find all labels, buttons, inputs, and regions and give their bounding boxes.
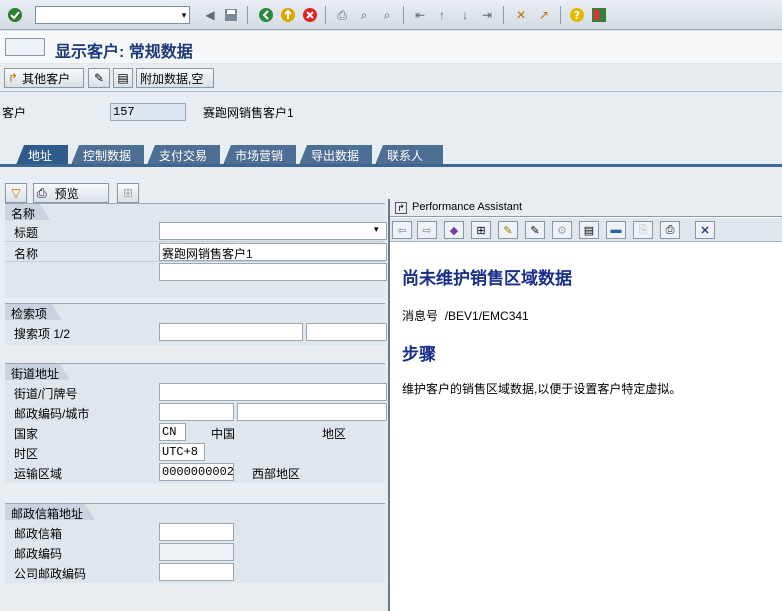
country-name: 中国 [211, 427, 236, 441]
pa-disabled-icon[interactable]: ⎘ [633, 221, 653, 239]
other-customer-button[interactable]: ↱ 其他客户 [4, 68, 84, 88]
pa-window-title: Performance Assistant [390, 199, 782, 217]
previous-page-icon[interactable]: ↑ [433, 6, 451, 24]
title-label: 标题 [14, 226, 39, 240]
pa-steps-heading: 步骤 [402, 345, 436, 364]
next-page-icon[interactable]: ↓ [456, 6, 474, 24]
postal-code-field[interactable] [159, 403, 234, 421]
pa-edit-icon[interactable]: ✎ [498, 221, 518, 239]
customer-name: 赛跑网销售客户1 [203, 106, 294, 120]
find-next-icon[interactable]: ⌕ [378, 6, 396, 24]
tab-marketing[interactable]: 市场营销 [223, 145, 296, 165]
shortcut-icon[interactable]: ↗ [535, 6, 553, 24]
help-icon[interactable]: ? [568, 6, 586, 24]
search-term-2-field[interactable] [306, 323, 387, 341]
pa-settings-icon[interactable]: ⚙ [552, 221, 572, 239]
pa-message: 消息号 /BEV1/EMC341 [402, 307, 529, 324]
pa-link-icon[interactable]: ▬ [606, 221, 626, 239]
company-postal-field[interactable] [159, 563, 234, 581]
first-page-icon[interactable]: ⇤ [411, 6, 429, 24]
additional-data-button[interactable]: 附加数据,空 [136, 68, 214, 88]
pa-body-text: 维护客户的销售区域数据,以便于设置客户特定虚拟。 [402, 382, 682, 396]
layout-menu-icon[interactable] [590, 6, 608, 24]
transport-zone-label: 运输区域 [14, 467, 63, 481]
pa-technical-info-icon[interactable]: ⊞ [471, 221, 491, 239]
tab-contacts[interactable]: 联系人 [375, 145, 443, 165]
document-button[interactable]: ▤ [113, 68, 133, 88]
customer-label: 客户 [2, 106, 27, 120]
customer-number-field[interactable]: 157 [110, 103, 186, 121]
search-term-label: 搜索项 1/2 [14, 327, 71, 341]
expand-icon[interactable]: ⊞ [117, 183, 139, 203]
printer-icon: ⎙ [37, 185, 47, 200]
tab-strip [0, 164, 782, 167]
pa-display-change-icon[interactable]: ✎ [525, 221, 545, 239]
command-history-icon[interactable]: ▾ [175, 6, 193, 24]
back-icon[interactable] [257, 6, 275, 24]
preview-label: 预览 [54, 186, 79, 201]
save-icon[interactable] [222, 6, 240, 24]
street-label: 街道/门牌号 [14, 387, 78, 401]
tab-control-data[interactable]: 控制数据 [71, 145, 144, 165]
page-title: 显示客户: 常规数据 [55, 44, 193, 61]
pobox-postal-field[interactable] [159, 543, 234, 561]
tab-address[interactable]: 地址 [16, 145, 68, 165]
transport-zone-name: 西部地区 [252, 467, 301, 481]
pobox-field[interactable] [159, 523, 234, 541]
pa-window-icon: ↱ [395, 202, 407, 214]
pa-back-icon[interactable]: ⇦ [392, 221, 412, 239]
transport-zone-field[interactable]: 0000000002 [159, 463, 234, 481]
display-change-icon[interactable] [5, 38, 45, 56]
back-arrow-icon[interactable]: ◀ [201, 6, 219, 24]
pa-book-icon[interactable]: ◆ [444, 221, 464, 239]
pobox-group-title: 邮政信箱地址 [5, 504, 95, 520]
street-group-title: 街道地址 [5, 364, 70, 380]
country-code-field[interactable]: CN [159, 423, 186, 441]
timezone-label: 时区 [14, 447, 39, 461]
street-field[interactable] [159, 383, 387, 401]
enter-check-icon[interactable] [6, 6, 24, 24]
print-icon[interactable]: ⎙ [333, 6, 351, 24]
pobox-label: 邮政信箱 [14, 527, 63, 541]
name-label: 名称 [14, 247, 39, 261]
last-page-icon[interactable]: ⇥ [478, 6, 496, 24]
name-field-2[interactable] [159, 263, 387, 281]
tab-payment[interactable]: 支付交易 [147, 145, 220, 165]
region-label: 地区 [322, 427, 347, 441]
collapse-icon[interactable]: ▽ [5, 183, 27, 203]
pa-print-icon[interactable]: ⎙ [660, 221, 680, 239]
find-icon[interactable]: ⌕ [355, 6, 373, 24]
pa-document-icon[interactable]: ▤ [579, 221, 599, 239]
command-field[interactable] [35, 6, 190, 24]
pa-forward-icon[interactable]: ⇨ [417, 221, 437, 239]
name-field[interactable]: 赛跑网销售客户1 [159, 243, 387, 261]
search-term-1-field[interactable] [159, 323, 303, 341]
pa-close-icon[interactable]: ✕ [695, 221, 715, 239]
postal-city-label: 邮政编码/城市 [14, 407, 90, 421]
pobox-postal-label: 邮政编码 [14, 547, 63, 561]
svg-text:?: ? [574, 9, 580, 22]
city-field[interactable] [237, 403, 387, 421]
exit-icon[interactable] [279, 6, 297, 24]
display-change-button[interactable]: ✎ [88, 68, 110, 88]
country-label: 国家 [14, 427, 39, 441]
other-customer-label: 其他客户 [22, 71, 71, 86]
timezone-field[interactable]: UTC+8 [159, 443, 205, 461]
title-field[interactable] [159, 222, 387, 240]
pa-message-id: /BEV1/EMC341 [444, 309, 529, 323]
company-postal-label: 公司邮政编码 [14, 567, 87, 581]
pa-heading: 尚未维护销售区域数据 [402, 269, 572, 288]
pa-message-label: 消息号 [402, 309, 439, 323]
cancel-icon[interactable] [301, 6, 319, 24]
tab-export-data[interactable]: 导出数据 [299, 145, 372, 165]
additional-data-label: 附加数据,空 [140, 71, 204, 86]
performance-assistant-panel [388, 199, 782, 611]
title-dropdown-icon[interactable]: ▾ [374, 224, 379, 235]
new-session-icon[interactable]: ✕ [512, 6, 530, 24]
preview-button[interactable]: ⎙ 预览 [33, 183, 109, 203]
search-group-title: 检索项 [5, 304, 62, 320]
